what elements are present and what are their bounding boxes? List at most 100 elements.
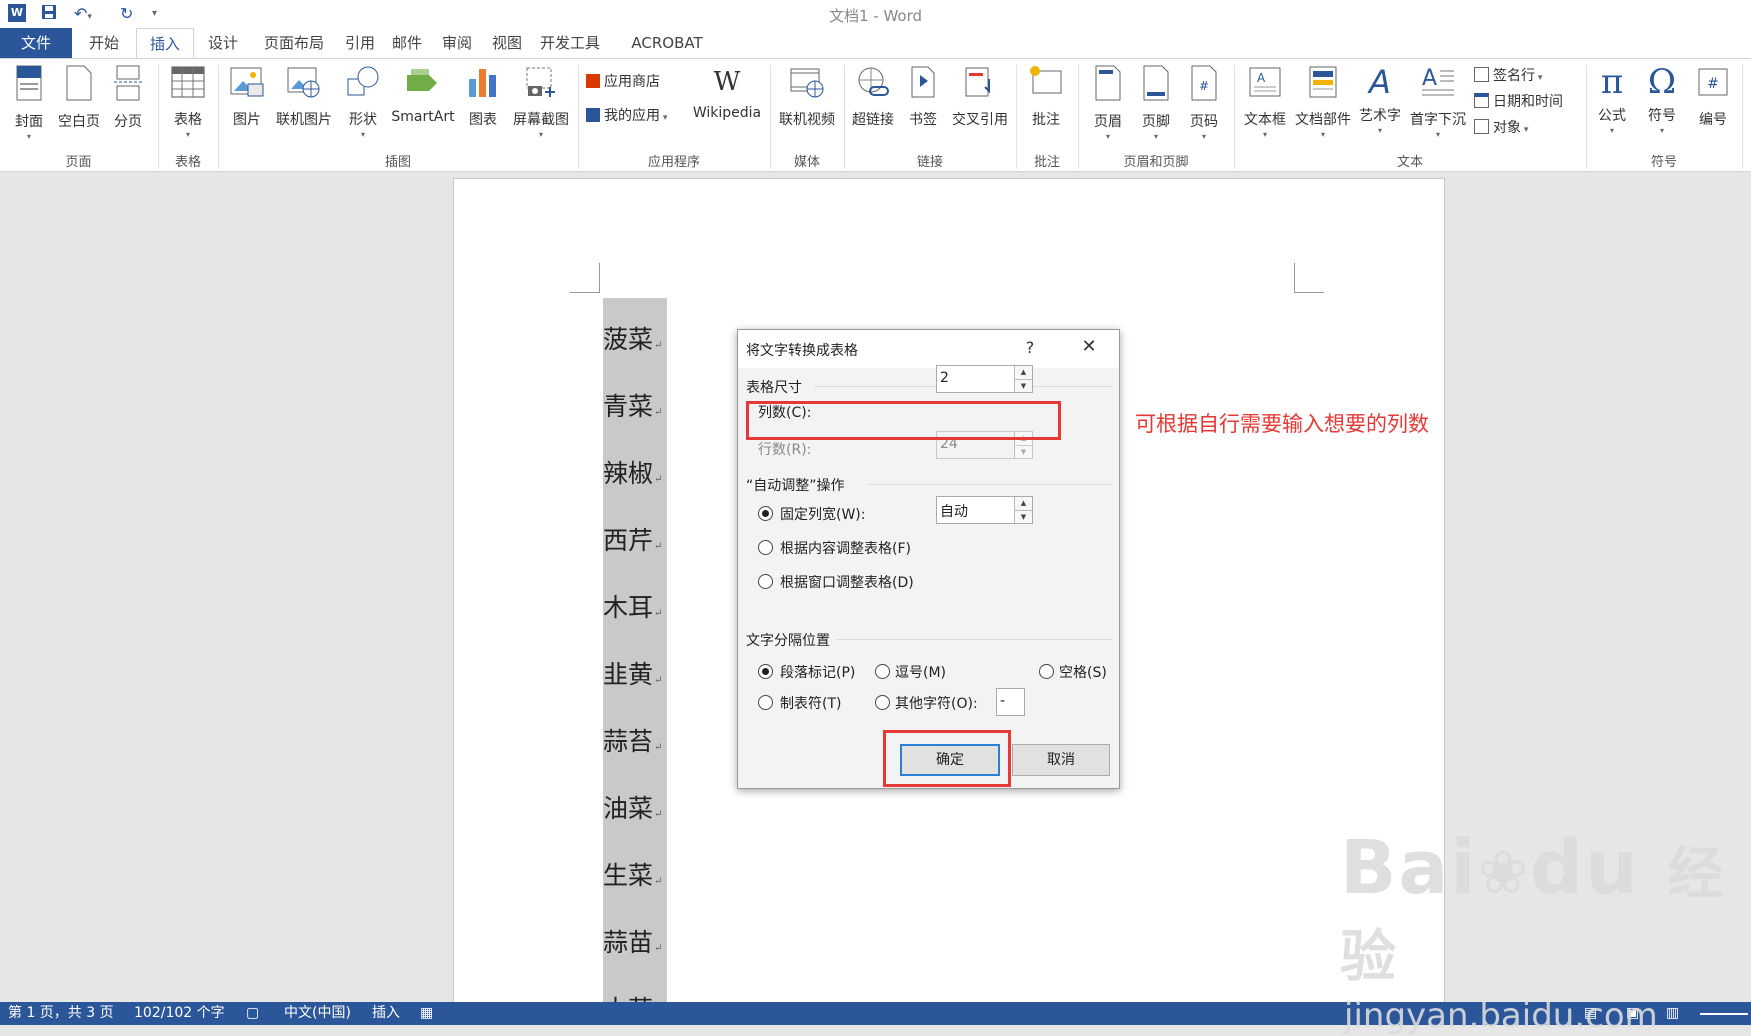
tab-9[interactable]: 开发工具 [532,28,608,58]
fixed-width-spinner[interactable]: 自动 ▲ ▼ [936,496,1033,524]
spin-down-icon[interactable]: ▼ [1014,379,1032,392]
document-line[interactable]: 蒜苔↵ [603,722,673,758]
sep-comma-radio[interactable] [875,664,890,679]
document-line[interactable]: 韭黄↵ [603,655,673,691]
store-button[interactable]: 应用商店 [586,71,686,91]
macro-icon[interactable]: ▦ [420,1002,433,1025]
autofit-window-label[interactable]: 根据窗口调整表格(D) [780,572,914,592]
autofit-content-radio[interactable] [758,540,773,555]
tab-7[interactable]: 审阅 [432,28,482,58]
document-line[interactable]: 蒜苗↵ [603,923,673,959]
drop-cap-button[interactable]: A 首字下沉 ▾ [1406,65,1470,139]
comment-button[interactable]: 批注 [1024,65,1068,129]
sep-space-radio[interactable] [1039,664,1054,679]
object-icon [1474,119,1489,134]
footer-button[interactable]: 页脚 ▾ [1134,65,1178,141]
comment-icon [1030,66,1062,94]
page-count[interactable]: 第 1 页，共 3 页 [8,1002,114,1025]
word-count[interactable]: 102/102 个字 [134,1002,225,1025]
screenshot-button[interactable]: 屏幕截图 ▾ [508,65,574,139]
document-line[interactable]: 油菜↵ [603,789,673,825]
fixed-width-radio[interactable] [758,506,773,521]
sep-tab-label[interactable]: 制表符(T) [780,693,841,713]
textbox-button[interactable]: A 文本框 ▾ [1238,65,1292,139]
document-line[interactable]: 青菜↵ [603,387,673,423]
autofit-content-label[interactable]: 根据内容调整表格(F) [780,538,911,558]
blank-page-icon [66,65,92,101]
group-links-label: 链接 [916,155,943,170]
group-separator [1742,65,1743,169]
columns-input[interactable]: 2 [940,370,949,386]
sep-paragraph-label[interactable]: 段落标记(P) [780,662,855,682]
tab-10[interactable]: ACROBAT [612,28,722,58]
page-number-button[interactable]: # 页码 ▾ [1182,65,1226,141]
columns-spinner[interactable]: 2 ▲ ▼ [936,365,1033,393]
store-icon [586,74,600,88]
blank-page-button[interactable]: 空白页 [54,65,104,131]
bookmark-button[interactable]: 书签 [902,65,944,129]
sep-other-value[interactable]: - [1000,693,1005,709]
equation-button[interactable]: π 公式 ▾ [1590,65,1634,135]
tab-5[interactable]: 引用 [338,28,382,58]
hyperlink-button[interactable]: 超链接 [848,65,898,129]
cancel-button[interactable]: 取消 [1012,744,1110,776]
group-symbols-label: 符号 [1650,155,1677,170]
tab-1[interactable]: 开始 [72,28,136,58]
picture-icon [230,67,264,97]
sep-comma-label[interactable]: 逗号(M) [895,662,946,682]
insert-mode[interactable]: 插入 [372,1002,400,1025]
spin-down-icon[interactable]: ▼ [1014,510,1032,523]
language[interactable]: 中文(中国) [284,1002,351,1025]
spin-up-icon[interactable]: ▲ [1014,366,1032,379]
sep-other-input[interactable]: - [996,688,1025,716]
picture-button[interactable]: 图片 [226,65,268,129]
cover-page-button[interactable]: 封面 ▾ [8,65,50,141]
sep-other-label[interactable]: 其他字符(O): [895,693,978,713]
quick-parts-button[interactable]: 文档部件 ▾ [1292,65,1354,139]
autofit-window-radio[interactable] [758,574,773,589]
sep-paragraph-radio[interactable] [758,664,773,679]
cross-reference-button[interactable]: 交叉引用 [948,65,1012,129]
online-picture-button[interactable]: 联机图片 [272,65,336,129]
datetime-button[interactable]: 日期和时间 [1474,91,1584,111]
shapes-button[interactable]: 形状 ▾ [340,65,386,139]
chart-button[interactable]: 图表 [462,65,504,129]
signature-line-button[interactable]: 签名行 ▾ [1474,65,1584,85]
online-video-button[interactable]: 联机视频 [774,65,840,129]
fixed-width-input[interactable]: 自动 [940,501,968,521]
document-line[interactable]: 菠菜↵ [603,320,673,356]
sep-other-radio[interactable] [875,695,890,710]
document-line[interactable]: 木耳↵ [603,588,673,624]
document-line[interactable]: 生菜↵ [603,856,673,892]
calendar-icon [1474,93,1489,108]
sep-tab-radio[interactable] [758,695,773,710]
tab-4[interactable]: 页面布局 [252,28,336,58]
object-button[interactable]: 对象 ▾ [1474,117,1584,137]
symbol-button[interactable]: Ω 符号 ▾ [1640,65,1684,135]
header-button[interactable]: 页眉 ▾ [1086,65,1130,141]
dialog-title-bar[interactable]: 将文字转换成表格 ? ✕ [738,330,1119,368]
screenshot-icon [526,67,555,97]
tab-file[interactable]: 文件 [0,28,72,58]
wikipedia-button[interactable]: W Wikipedia [688,65,766,121]
tab-insert-active[interactable]: 插入 [136,28,194,59]
my-apps-button[interactable]: 我的应用 ▾ [586,105,696,125]
page-break-button[interactable]: 分页 [108,65,148,131]
document-line[interactable]: 辣椒↵ [603,454,673,490]
numbering-button[interactable]: # 编号 [1690,65,1736,129]
smartart-button[interactable]: SmartArt [388,65,458,125]
fixed-width-label[interactable]: 固定列宽(W): [780,504,865,524]
tab-8[interactable]: 视图 [484,28,530,58]
document-line[interactable]: 西芹↵ [603,521,673,557]
table-button[interactable]: 表格 ▾ [166,65,210,139]
chart-icon [469,69,496,97]
sep-space-label[interactable]: 空格(S) [1059,662,1107,682]
close-button[interactable]: ✕ [1078,336,1100,357]
section-table-size: 表格尺寸 [746,380,802,396]
wordart-button[interactable]: A 艺术字 ▾ [1356,65,1404,135]
tab-3[interactable]: 设计 [196,28,250,58]
help-button[interactable]: ? [1020,338,1040,357]
proofing-icon[interactable]: ▢ [246,1002,259,1025]
spin-up-icon[interactable]: ▲ [1014,497,1032,510]
tab-6[interactable]: 邮件 [384,28,430,58]
